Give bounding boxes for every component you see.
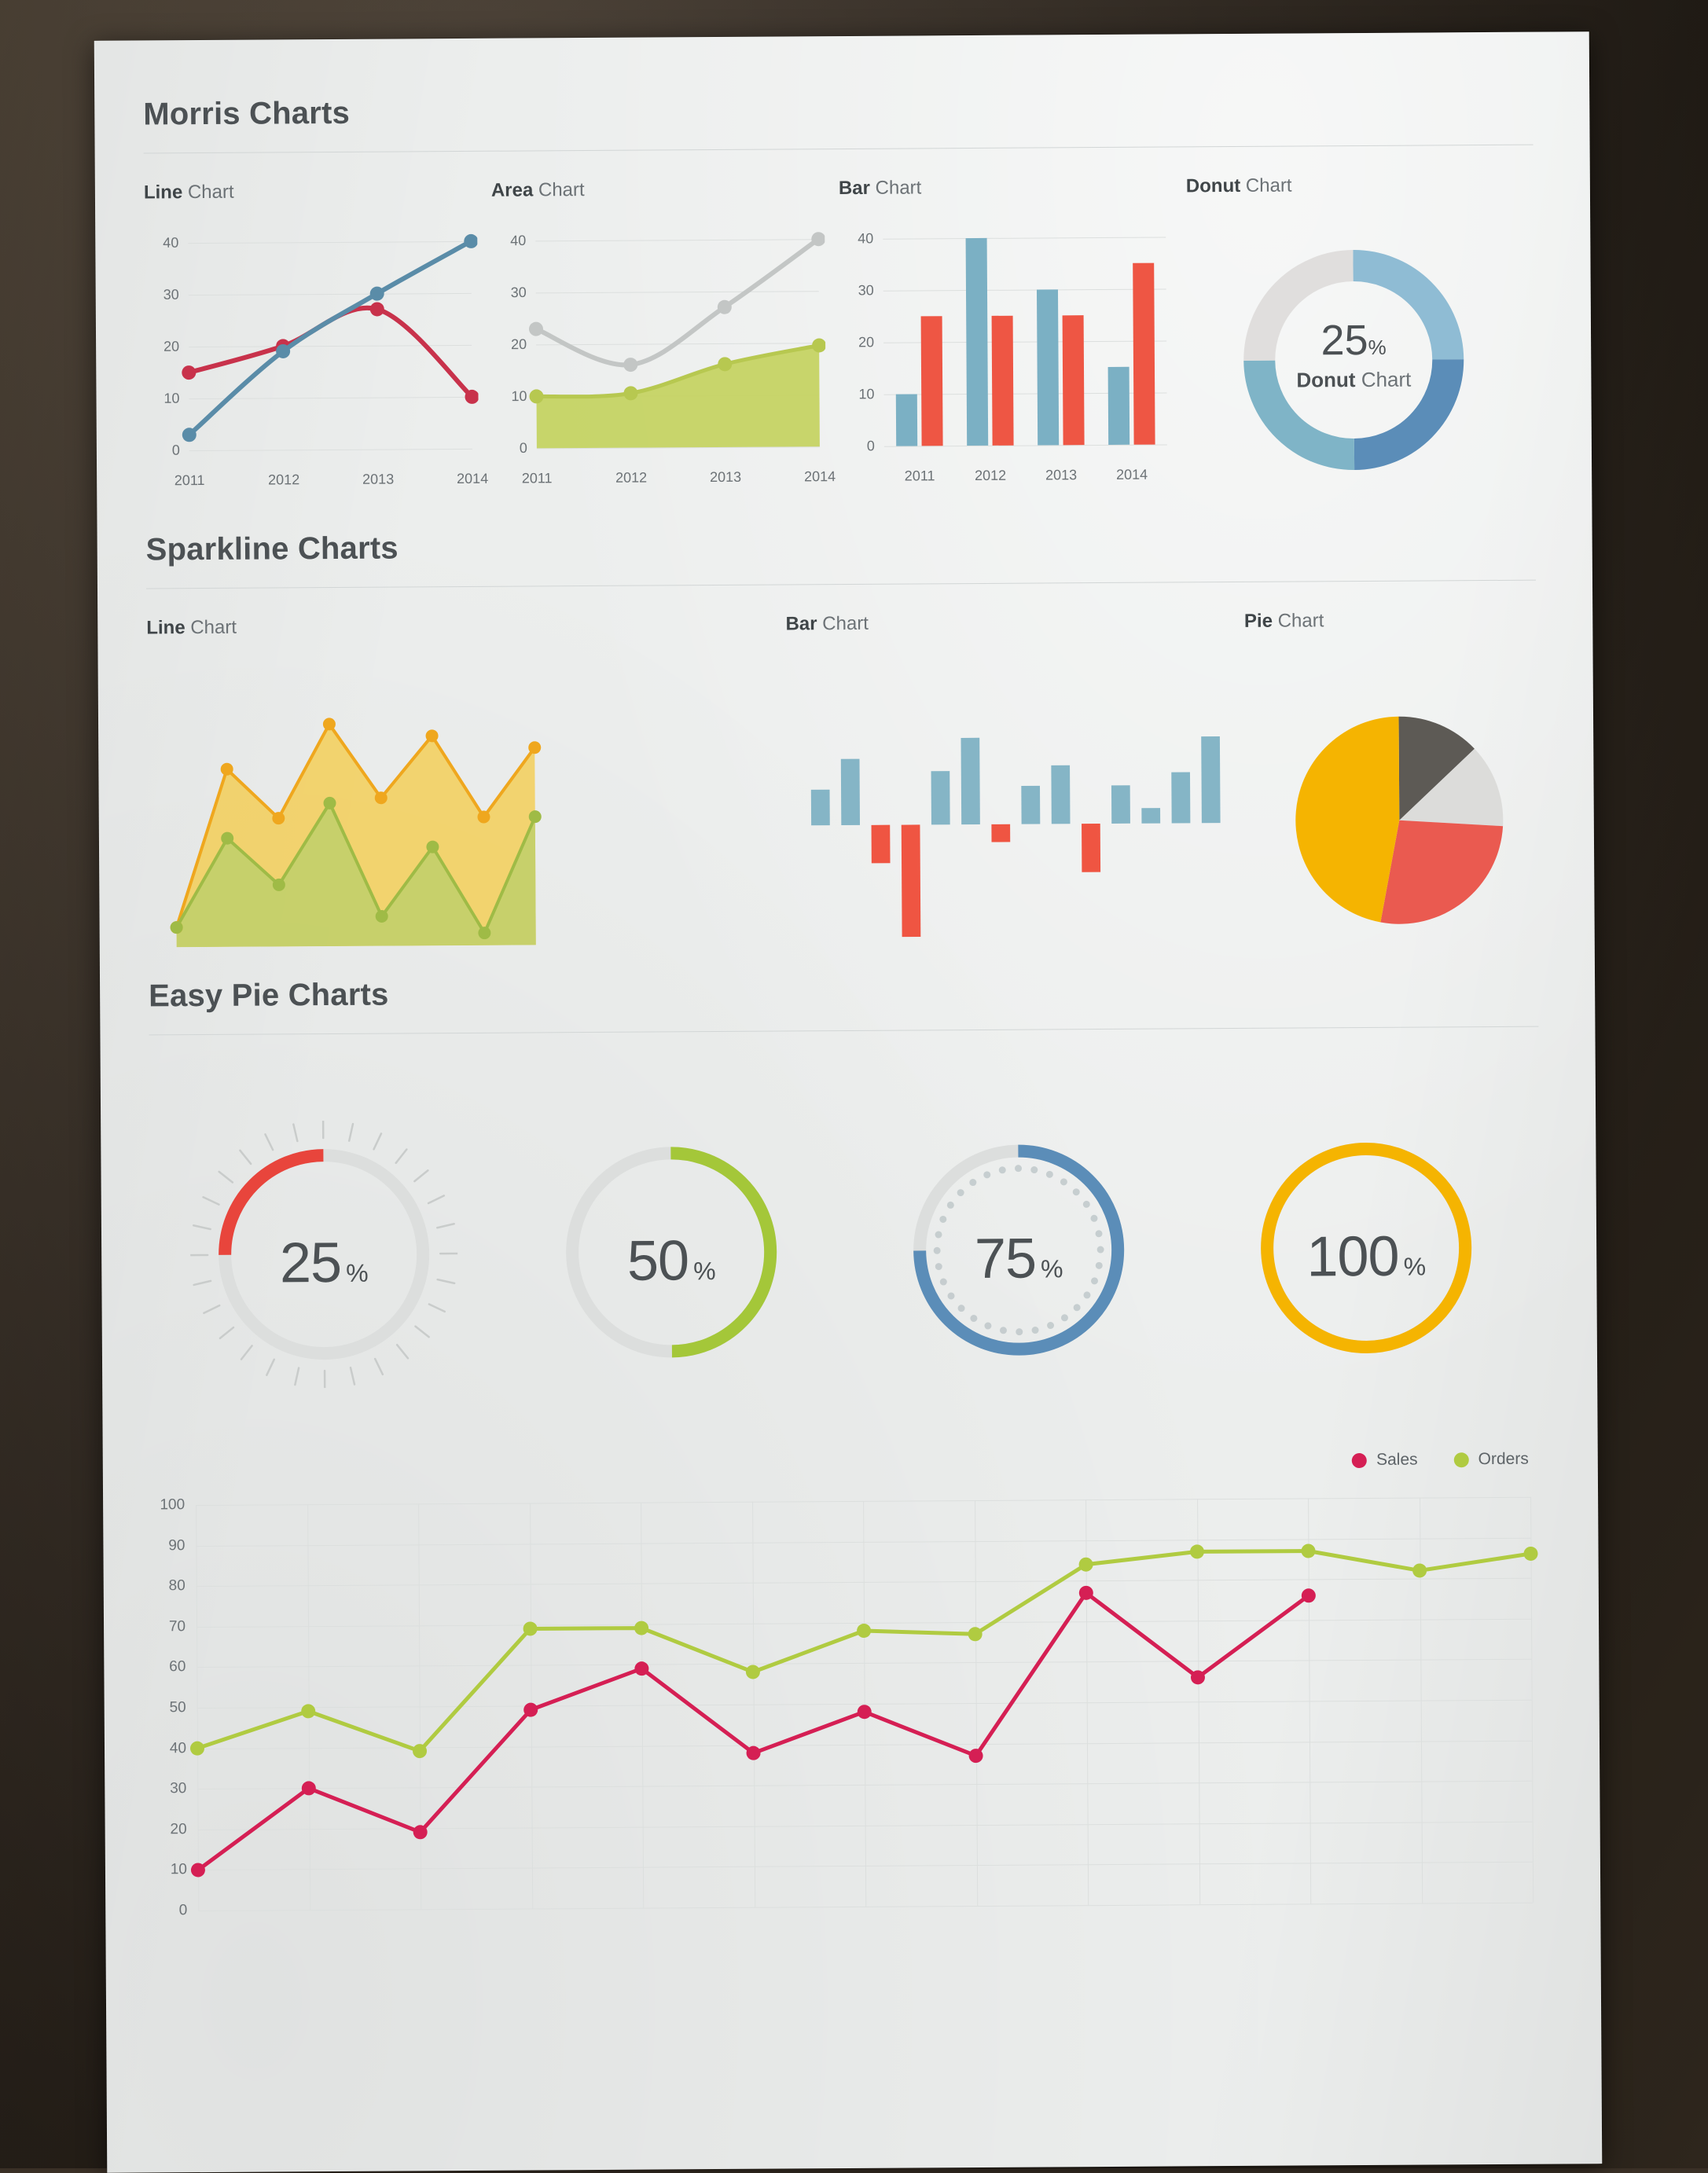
x-axis-tick-label: 2011 [174, 472, 205, 489]
x-axis-tick-label: 2011 [522, 470, 553, 486]
morris-donut-chart-card: Donut Chart 25% Donut Chart [1186, 174, 1535, 481]
sparkline-pie-svg [1244, 672, 1537, 941]
sparkline-line-chart [147, 676, 788, 947]
morris-area-chart: 0102030402011201220132014 [491, 231, 826, 469]
donut-percent-value: 25% [1187, 318, 1520, 363]
easy-pie-center-label: 75% [884, 1116, 1153, 1385]
easy-pie-percent-sign: % [693, 1257, 716, 1286]
easy-pie-chart: 100% [1232, 1114, 1500, 1382]
morris-line-chart: 0102030402011201220132014 [144, 233, 479, 472]
easy-pie-value: 50 [627, 1228, 689, 1293]
sparkline-bar-svg [786, 674, 1246, 944]
x-axis-tick-label: 2013 [710, 469, 741, 486]
morris-line-chart-label: Line Chart [144, 180, 477, 204]
sparkline-line-chart-card: Line Chart [146, 613, 788, 947]
easy-pie-percent-sign: % [346, 1259, 369, 1288]
morris-area-chart-card: Area Chart 0102030402011201220132014 [491, 178, 840, 485]
sparkline-line-chart-label: Line Chart [146, 613, 785, 639]
morris-bar-chart-label: Bar Chart [839, 175, 1172, 200]
x-axis-tick-label: 2011 [905, 468, 935, 484]
sparkline-bar-chart-card: Bar Chart [785, 611, 1246, 944]
easy-pie-value: 75 [975, 1227, 1037, 1291]
easy-pie-percent-sign: % [1041, 1254, 1063, 1283]
easy-pie-chart: 75% [884, 1116, 1153, 1385]
x-axis-tick-label: 2012 [975, 468, 1006, 484]
easy-pie-value: 100 [1306, 1224, 1399, 1290]
sales-orders-line-chart: SalesOrders 0102030405060708090100 [152, 1459, 1545, 1940]
easy-pie-center-label: 50% [537, 1118, 806, 1386]
sales-orders-plot: 0102030405060708090100 [152, 1459, 1545, 1940]
section-title-morris: Morris Charts [143, 89, 1533, 153]
easy-pie-chart: 50% [537, 1118, 806, 1386]
x-axis-tick-label: 2012 [615, 470, 647, 486]
morris-bar-chart: 0102030402011201220132014 [839, 229, 1174, 467]
morris-line-chart-card: Line Chart 0102030402011201220132014 [144, 180, 493, 487]
morris-area-chart-label: Area Chart [491, 178, 825, 202]
morris-donut-chart: 25% Donut Chart [1186, 227, 1521, 481]
sparkline-bar-chart-label: Bar Chart [785, 611, 1244, 636]
sparkline-pie-chart [1244, 672, 1537, 941]
easy-pie-percent-sign: % [1404, 1253, 1427, 1282]
morris-charts-row: Line Chart 0102030402011201220132014 Are… [144, 174, 1535, 487]
morris-area-svg [491, 231, 826, 469]
easy-pie-value: 25 [280, 1231, 342, 1295]
easy-pie-chart: 25% [189, 1120, 458, 1389]
sparkline-charts-row: Line Chart Bar Chart Pie Chart [146, 609, 1538, 948]
donut-sub-label: Donut Chart [1187, 367, 1520, 394]
section-title-sparkline: Sparkline Charts [146, 524, 1536, 589]
easy-pie-center-label: 100% [1232, 1114, 1500, 1382]
sparkline-pie-chart-card: Pie Chart [1244, 609, 1538, 941]
x-axis-tick-label: 2013 [1045, 467, 1077, 483]
easy-pie-center-label: 25% [189, 1120, 458, 1389]
section-title-easypie: Easy Pie Charts [149, 971, 1538, 1035]
x-axis-tick-label: 2012 [268, 472, 299, 488]
printed-sheet: Morris Charts Line Chart 010203040201120… [94, 31, 1603, 2173]
x-axis-tick-label: 2013 [362, 472, 394, 488]
sales-orders-svg [152, 1459, 1545, 1940]
morris-line-svg [144, 233, 479, 472]
sparkline-bar-chart [786, 674, 1247, 944]
morris-bar-chart-card: Bar Chart 0102030402011201220132014 [839, 175, 1188, 483]
x-axis-tick-label: 2014 [804, 468, 836, 485]
morris-bar-svg [839, 229, 1174, 467]
donut-center-label: 25% Donut Chart [1187, 318, 1521, 394]
easy-pie-charts-row: 25%50%75%100% [149, 1055, 1541, 1437]
donut-percent-sign: % [1368, 336, 1387, 359]
sparkline-line-svg [147, 676, 788, 947]
morris-donut-chart-label: Donut Chart [1186, 174, 1519, 198]
x-axis-tick-label: 2014 [457, 471, 488, 487]
x-axis-tick-label: 2014 [1116, 467, 1148, 483]
sparkline-pie-chart-label: Pie Chart [1244, 609, 1536, 633]
